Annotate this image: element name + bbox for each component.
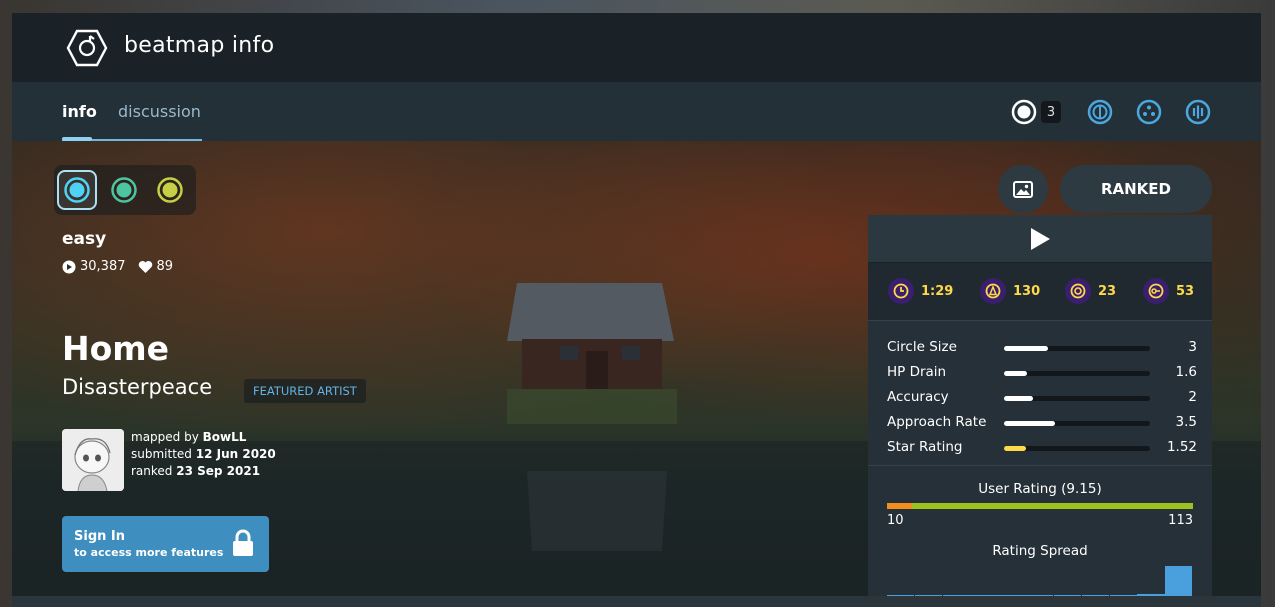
mapped-by-label: mapped by bbox=[131, 430, 199, 444]
sign-in-subtitle: to access more features bbox=[74, 546, 224, 559]
attribute-bar-fill bbox=[1004, 371, 1028, 376]
submitted-date: 12 Jun 2020 bbox=[195, 447, 276, 461]
difficulty-easy-button[interactable] bbox=[57, 170, 97, 210]
positive-rating-count: 113 bbox=[1168, 513, 1193, 528]
attribute-bar bbox=[1004, 371, 1150, 376]
mapper-name-link[interactable]: BowLL bbox=[203, 430, 247, 444]
attribute-bar bbox=[1004, 421, 1150, 426]
tab-discussion[interactable]: discussion bbox=[118, 102, 201, 121]
attribute-label: HP Drain bbox=[887, 364, 947, 380]
taiko-mode-icon[interactable] bbox=[1087, 99, 1113, 125]
status-badge: RANKED bbox=[1060, 165, 1212, 213]
attribute-bar bbox=[1004, 396, 1150, 401]
sign-in-title: Sign In bbox=[74, 529, 125, 544]
circle-count-value: 23 bbox=[1098, 283, 1117, 299]
user-rating-negative-fill bbox=[887, 503, 912, 509]
osu-mode-icon[interactable] bbox=[1011, 99, 1037, 125]
attribute-row: HP Drain 1.6 bbox=[887, 360, 1197, 385]
user-rating-bar bbox=[887, 503, 1193, 509]
user-rating-title: User Rating (9.15) bbox=[978, 481, 1102, 497]
attribute-row: Circle Size 3 bbox=[887, 335, 1197, 360]
attribute-bar bbox=[1004, 346, 1150, 351]
difficulty-attributes: Circle Size 3 HP Drain 1.6 Accuracy 2 Ap… bbox=[868, 321, 1212, 466]
difficulty-normal-button[interactable] bbox=[104, 170, 144, 210]
footer-bar bbox=[12, 596, 1261, 607]
attribute-label: Accuracy bbox=[887, 389, 949, 405]
rating-spread-title: Rating Spread bbox=[992, 543, 1088, 559]
difficulty-picker bbox=[54, 165, 196, 215]
image-icon bbox=[1013, 180, 1033, 198]
tab-info[interactable]: info bbox=[62, 102, 97, 121]
ranked-date: 23 Sep 2021 bbox=[176, 464, 261, 478]
beatmap-logo-icon bbox=[66, 29, 108, 67]
beatmap-stats: 30,387 89 bbox=[62, 259, 173, 274]
mode-difficulty-count: 3 bbox=[1041, 101, 1061, 123]
circle-count-stat: 23 bbox=[1065, 278, 1116, 304]
beatmap-window: beatmap info info discussion 3 easy 30,3… bbox=[12, 13, 1261, 607]
attribute-value: 2 bbox=[1188, 389, 1197, 405]
normal-difficulty-icon bbox=[111, 177, 137, 203]
mania-mode-icon[interactable] bbox=[1185, 99, 1211, 125]
attribute-value: 1.52 bbox=[1166, 439, 1197, 455]
hard-difficulty-icon bbox=[157, 177, 183, 203]
favourite-count: 89 bbox=[156, 259, 174, 274]
mapper-info: mapped by BowLL submitted 12 Jun 2020 ra… bbox=[131, 429, 276, 480]
rating-spread-bar bbox=[1165, 566, 1193, 596]
cover-image-button[interactable] bbox=[998, 165, 1048, 213]
bpm-icon bbox=[980, 278, 1006, 304]
lock-icon bbox=[233, 529, 253, 556]
attribute-bar bbox=[1004, 446, 1150, 451]
attribute-bar-fill bbox=[1004, 396, 1034, 401]
preview-play-button[interactable] bbox=[868, 215, 1212, 263]
attribute-bar-fill bbox=[1004, 421, 1056, 426]
catch-mode-icon[interactable] bbox=[1136, 99, 1162, 125]
attribute-value: 1.6 bbox=[1175, 364, 1197, 380]
attribute-label: Circle Size bbox=[887, 339, 957, 355]
clock-icon bbox=[888, 278, 914, 304]
song-artist[interactable]: Disasterpeace bbox=[62, 375, 212, 399]
play-count: 30,387 bbox=[80, 259, 126, 274]
negative-rating-count: 10 bbox=[887, 513, 904, 528]
attribute-value: 3 bbox=[1188, 339, 1197, 355]
page-header: beatmap info bbox=[12, 13, 1261, 82]
length-value: 1:29 bbox=[921, 283, 954, 299]
featured-artist-badge[interactable]: FEATURED ARTIST bbox=[244, 379, 366, 403]
page-title: beatmap info bbox=[124, 33, 275, 58]
attribute-row: Accuracy 2 bbox=[887, 385, 1197, 410]
bpm-value: 130 bbox=[1013, 283, 1041, 299]
mapper-avatar[interactable] bbox=[62, 429, 124, 491]
attribute-row: Star Rating 1.52 bbox=[887, 435, 1197, 460]
circle-count-icon bbox=[1065, 278, 1091, 304]
length-stat: 1:29 bbox=[888, 278, 953, 304]
slider-count-stat: 53 bbox=[1143, 278, 1194, 304]
slider-count-value: 53 bbox=[1176, 283, 1195, 299]
attribute-value: 3.5 bbox=[1175, 414, 1197, 430]
slider-count-icon bbox=[1143, 278, 1169, 304]
avatar-image bbox=[62, 429, 124, 491]
attribute-bar-fill bbox=[1004, 346, 1048, 351]
attribute-label: Star Rating bbox=[887, 439, 963, 455]
heart-icon bbox=[138, 260, 152, 273]
submitted-label: submitted bbox=[131, 447, 192, 461]
difficulty-name: easy bbox=[62, 229, 107, 249]
play-count-icon bbox=[62, 260, 76, 273]
song-title: Home bbox=[62, 329, 170, 368]
tab-bar: info discussion 3 bbox=[12, 82, 1261, 141]
ranked-label: ranked bbox=[131, 464, 173, 478]
sign-in-button[interactable]: Sign In to access more features bbox=[62, 516, 269, 572]
basic-stats: 1:29 130 23 53 bbox=[868, 263, 1212, 321]
play-icon bbox=[1031, 227, 1050, 250]
attribute-label: Approach Rate bbox=[887, 414, 987, 430]
beatmap-hero: easy 30,387 89 Home Disasterpeace FEATUR… bbox=[12, 141, 1261, 596]
rating-spread-chart bbox=[887, 561, 1193, 596]
easy-difficulty-icon bbox=[64, 177, 90, 203]
attribute-row: Approach Rate 3.5 bbox=[887, 410, 1197, 435]
star-rating-bar-fill bbox=[1004, 446, 1026, 451]
difficulty-hard-button[interactable] bbox=[150, 170, 190, 210]
background-strip bbox=[0, 0, 1275, 14]
beatmap-stats-panel: 1:29 130 23 53 Circle Size 3 HP Drain 1.… bbox=[868, 215, 1212, 596]
bpm-stat: 130 bbox=[980, 278, 1040, 304]
